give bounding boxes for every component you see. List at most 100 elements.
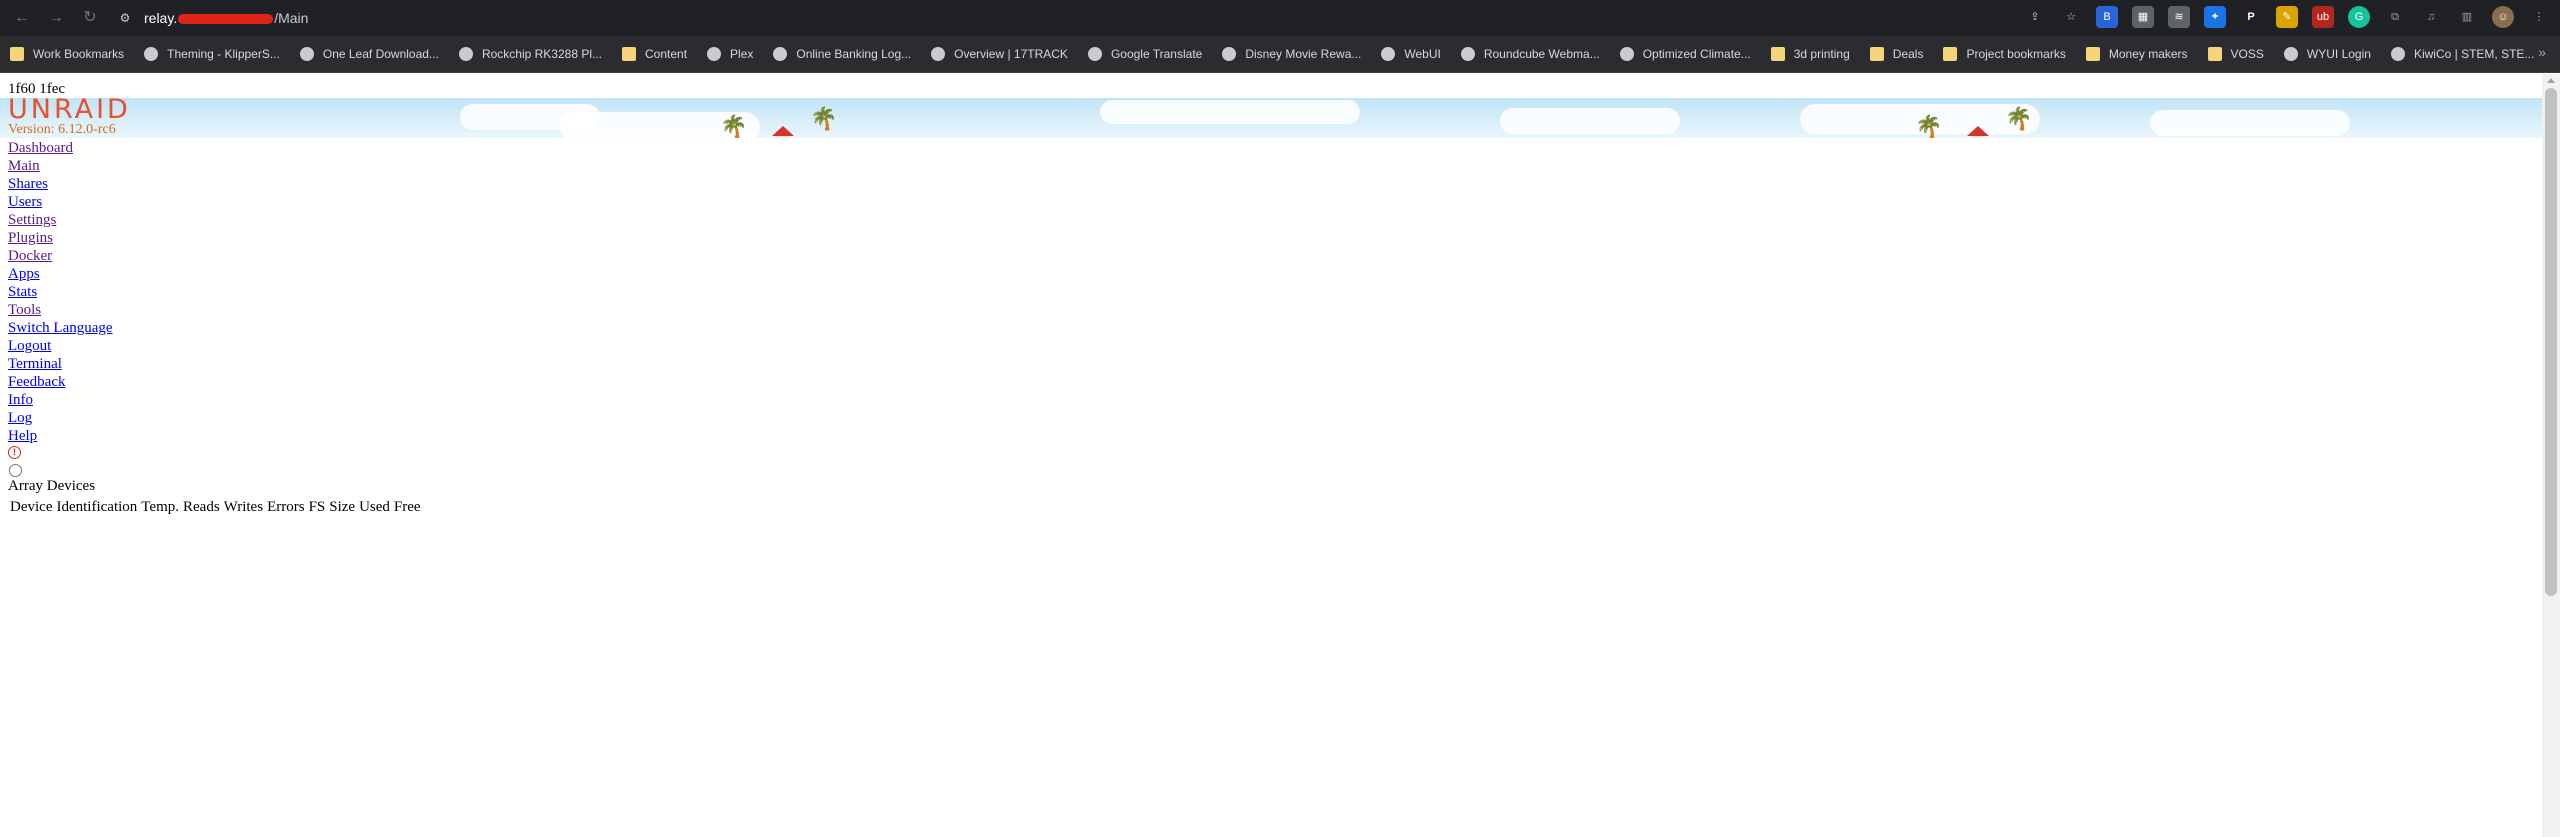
bookmark-item[interactable]: Disney Movie Rewa... — [1222, 47, 1361, 61]
menu-link-info[interactable]: Info — [8, 392, 33, 408]
side-panel-icon[interactable]: ▥ — [2456, 6, 2478, 28]
bookmark-label: One Leaf Download... — [322, 47, 439, 61]
bookmark-star-icon[interactable]: ☆ — [2060, 6, 2082, 28]
bookmark-item[interactable]: 3d printing — [1770, 47, 1850, 61]
column-header: Errors — [267, 499, 305, 515]
menu-link-terminal[interactable]: Terminal — [8, 356, 62, 372]
folder-icon — [2085, 47, 2100, 61]
extension-icon[interactable]: ▦ — [2132, 6, 2154, 28]
array-devices-title: Array Devices — [8, 478, 96, 494]
menu-link-users[interactable]: Users — [8, 194, 42, 210]
folder-icon — [10, 47, 24, 61]
bookmark-label: Disney Movie Rewa... — [1245, 47, 1362, 61]
bookmark-item[interactable]: Roundcube Webma... — [1460, 47, 1600, 61]
menu-link-switch-language[interactable]: Switch Language — [8, 320, 113, 336]
header-banner: 🌴 🌴 🌴 🌴 — [0, 98, 2542, 138]
menu-link-stats[interactable]: Stats — [8, 284, 37, 300]
plex-icon — [707, 47, 722, 61]
menu-link-feedback[interactable]: Feedback — [8, 374, 65, 390]
bookmark-item[interactable]: Optimized Climate... — [1619, 47, 1751, 61]
bookmark-label: Plex — [730, 47, 754, 61]
leaf-icon — [299, 47, 314, 61]
menu-link-help[interactable]: Help — [8, 428, 37, 444]
menu-link-logout[interactable]: Logout — [8, 338, 51, 354]
menu-link-settings[interactable]: Settings — [8, 212, 56, 228]
reload-icon[interactable]: ↻ — [80, 8, 100, 28]
menu-item: Shares — [8, 175, 113, 193]
page-scrollbar[interactable] — [2542, 74, 2560, 837]
menu-item: Help — [8, 427, 113, 445]
folder-icon — [2207, 47, 2222, 61]
bookmark-label: Overview | 17TRACK — [954, 47, 1068, 61]
extensions-puzzle-icon[interactable]: ⧉ — [2384, 6, 2406, 28]
scroll-thumb[interactable] — [2545, 88, 2557, 596]
menu-link-main[interactable]: Main — [8, 158, 40, 174]
bookmark-item[interactable]: Google Translate — [1087, 47, 1202, 61]
media-icon[interactable]: ♫ — [2420, 6, 2442, 28]
bookmark-label: Theming - KlipperS... — [167, 47, 280, 61]
ublock-extension-icon[interactable]: ub — [2312, 6, 2334, 28]
palm-tree-icon: 🌴 — [2005, 106, 2033, 131]
bookmark-item[interactable]: Work Bookmarks — [10, 47, 124, 61]
forward-icon[interactable]: → — [46, 8, 66, 28]
folder-icon — [1770, 47, 1785, 61]
grammarly-extension-icon[interactable]: G — [2348, 6, 2370, 28]
menu-link-tools[interactable]: Tools — [8, 302, 41, 318]
site-info-icon[interactable]: ⚙ — [116, 9, 134, 27]
kiwico-icon — [2390, 47, 2405, 61]
menu-link-apps[interactable]: Apps — [8, 266, 40, 282]
menu-link-docker[interactable]: Docker — [8, 248, 52, 264]
column-header: Used — [359, 499, 390, 515]
extension-icon[interactable]: ✦ — [2204, 6, 2226, 28]
more-bookmarks-button[interactable]: » — [2538, 44, 2546, 60]
bookmark-label: Online Banking Log... — [796, 47, 912, 61]
back-icon[interactable]: ← — [12, 8, 32, 28]
extension-icon[interactable]: ✎ — [2276, 6, 2298, 28]
bookmark-item[interactable]: Rockchip RK3288 Pl... — [458, 47, 602, 61]
alert-icon[interactable]: ! — [8, 446, 21, 459]
bookmark-item[interactable]: VOSS — [2207, 47, 2264, 61]
bookmark-item[interactable]: KiwiCo | STEM, STE... — [2390, 47, 2534, 61]
radio-button[interactable] — [9, 464, 22, 477]
menu-link-log[interactable]: Log — [8, 410, 32, 426]
folder-icon — [1943, 47, 1958, 61]
bookmark-item[interactable]: Deals — [1869, 47, 1923, 61]
menu-item: Info — [8, 391, 113, 409]
extension-icon[interactable]: P — [2240, 6, 2262, 28]
bookmark-item[interactable]: Overview | 17TRACK — [931, 47, 1068, 61]
menu-link-plugins[interactable]: Plugins — [8, 230, 53, 246]
column-header: Reads — [183, 499, 220, 515]
url-host: relay. — [144, 10, 178, 26]
profile-avatar-icon[interactable]: ☺ — [2492, 6, 2514, 28]
bitwarden-extension-icon[interactable]: B — [2096, 6, 2118, 28]
bookmark-label: Roundcube Webma... — [1483, 47, 1600, 61]
bookmark-item[interactable]: One Leaf Download... — [299, 47, 439, 61]
palm-tree-icon: 🌴 — [810, 106, 838, 131]
address-bar[interactable]: ⚙ relay. /Main — [116, 4, 2070, 32]
bookmark-label: Rockchip RK3288 Pl... — [481, 47, 602, 61]
column-header: Device — [10, 499, 53, 515]
palm-tree-icon: 🌴 — [1915, 114, 1943, 138]
scroll-up-icon[interactable] — [2547, 78, 2555, 83]
main-menu: Dashboard Main Shares Users Settings Plugins D… — [8, 139, 113, 445]
bookmark-item[interactable]: Online Banking Log... — [773, 47, 911, 61]
menu-link-shares[interactable]: Shares — [8, 176, 48, 192]
bookmark-item[interactable]: Plex — [707, 47, 753, 61]
bookmark-item[interactable]: Theming - KlipperS... — [144, 47, 280, 61]
extension-icon[interactable]: ≋ — [2168, 6, 2190, 28]
bookmark-item[interactable]: Project bookmarks — [1943, 47, 2066, 61]
share-icon[interactable]: ⇪ — [2024, 6, 2046, 28]
menu-kebab-icon[interactable]: ⋮ — [2528, 6, 2550, 28]
bookmark-item[interactable]: WebUI — [1381, 47, 1441, 61]
menu-link-dashboard[interactable]: Dashboard — [8, 140, 73, 156]
unraid-logo[interactable]: UNRAID — [8, 96, 131, 124]
globe-icon — [458, 47, 473, 61]
url-text[interactable]: relay. /Main — [144, 10, 308, 26]
bookmark-item[interactable]: Money makers — [2085, 47, 2188, 61]
bookmark-item[interactable]: WYUI Login — [2283, 47, 2371, 61]
nav-buttons: ← → ↻ — [0, 8, 116, 28]
mail-icon — [1460, 47, 1475, 61]
bookmark-item[interactable]: Content — [622, 47, 687, 61]
bookmark-label: Project bookmarks — [1966, 47, 2066, 61]
url-path: /Main — [274, 10, 309, 26]
